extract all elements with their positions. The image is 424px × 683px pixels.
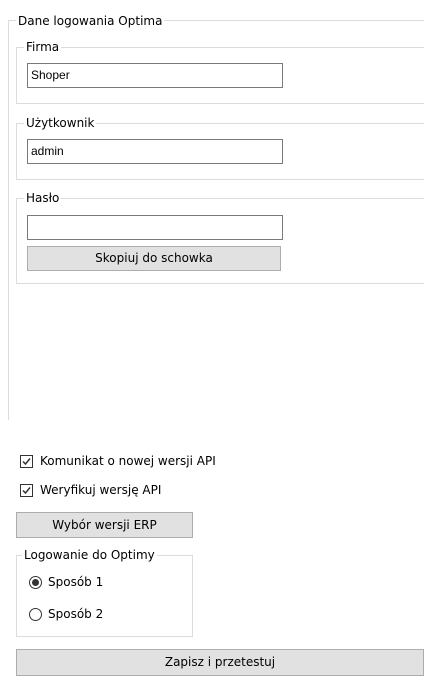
login-method-option-2-label: Sposób 2 [48,607,104,621]
login-method-legend: Logowanie do Optimy [22,548,157,562]
login-method-radio-1[interactable] [29,575,42,589]
verify-api-option[interactable]: Weryfikuj wersję API [20,482,161,498]
company-field[interactable]: Shoper [27,63,283,88]
login-credentials-legend: Dane logowania Optima [16,14,165,28]
password-field[interactable] [27,215,283,240]
username-field[interactable]: admin [27,139,283,164]
login-method-group [16,555,193,637]
user-legend: Użytkownik [24,116,97,130]
verify-api-label: Weryfikuj wersję API [40,483,162,497]
login-method-option-2[interactable]: Sposób 2 [29,606,103,622]
password-group [16,198,424,284]
api-notice-label: Komunikat o nowej wersji API [40,454,216,468]
copy-to-clipboard-button[interactable]: Skopiuj do schowka [27,246,281,271]
password-legend: Hasło [24,191,62,205]
api-notice-option[interactable]: Komunikat o nowej wersji API [20,453,216,469]
checkmark-icon [22,486,31,494]
verify-api-checkbox[interactable] [20,483,33,497]
api-notice-checkbox[interactable] [20,454,33,468]
erp-version-button[interactable]: Wybór wersji ERP [16,512,193,538]
login-method-option-1[interactable]: Sposób 1 [29,574,103,590]
login-method-radio-2[interactable] [29,607,42,621]
checkmark-icon [22,457,31,465]
save-and-test-button[interactable]: Zapisz i przetestuj [16,649,424,676]
login-method-option-1-label: Sposób 1 [48,575,104,589]
company-legend: Firma [24,40,62,54]
